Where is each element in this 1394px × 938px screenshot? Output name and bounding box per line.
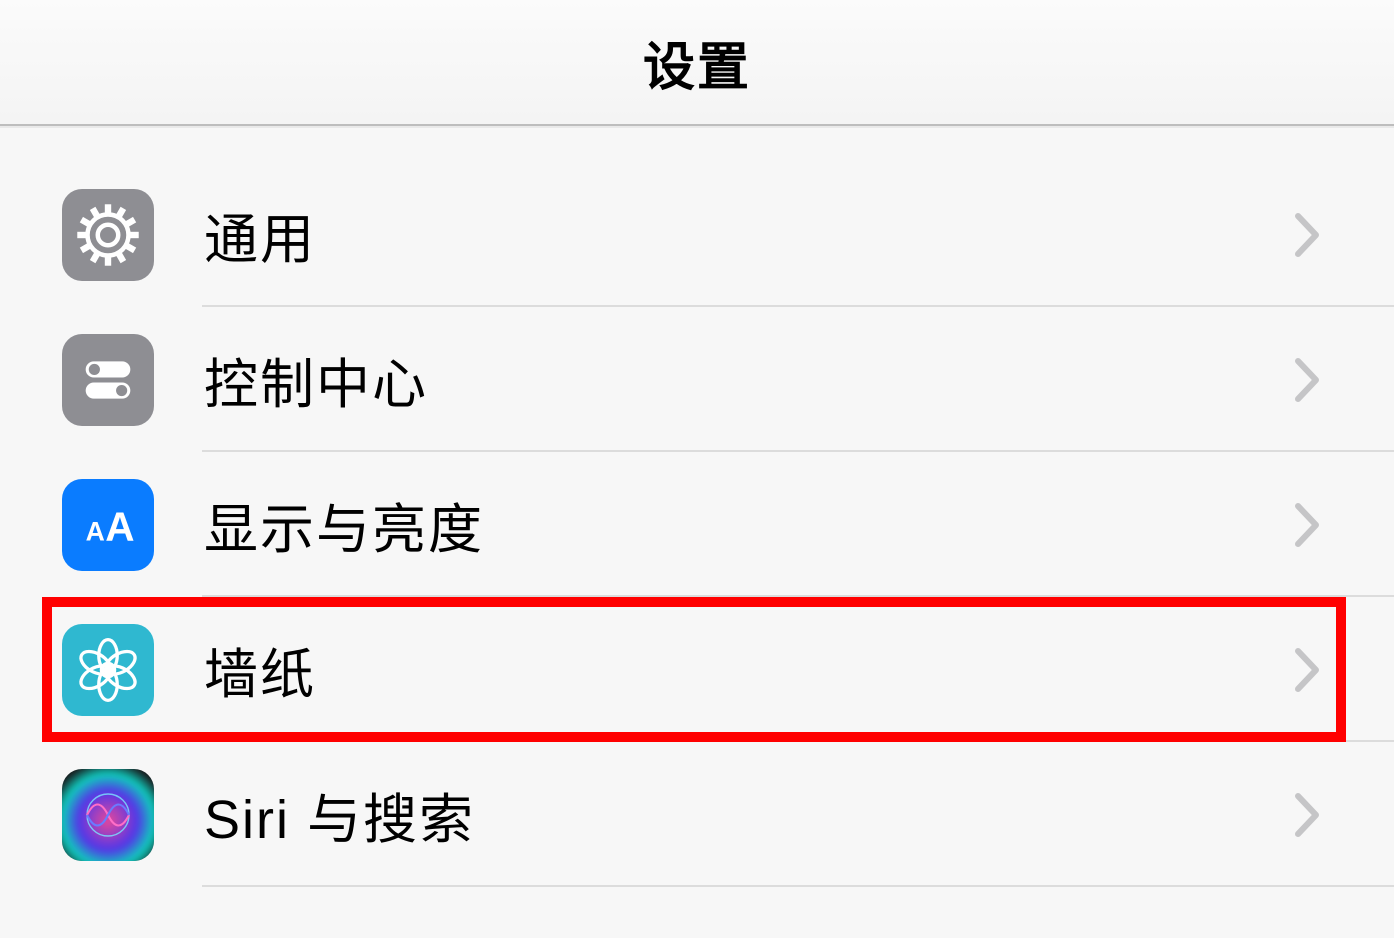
settings-list: 通用 控制中心 (0, 126, 1394, 887)
svg-text:A: A (86, 516, 105, 546)
settings-row-wallpaper[interactable]: 墙纸 (0, 597, 1394, 742)
settings-row-label: 显示与亮度 (204, 485, 484, 564)
chevron-right-icon (1294, 502, 1322, 548)
row-divider (202, 885, 1394, 887)
settings-row-label: 墙纸 (204, 630, 316, 709)
chevron-right-icon (1294, 647, 1322, 693)
header: 设置 (0, 0, 1394, 126)
settings-row-display[interactable]: A A 显示与亮度 (0, 452, 1394, 597)
siri-icon (62, 769, 154, 861)
settings-row-label: 控制中心 (204, 340, 428, 419)
settings-row-label: 通用 (204, 195, 316, 274)
gear-icon (62, 189, 154, 281)
chevron-right-icon (1294, 357, 1322, 403)
settings-row-general[interactable]: 通用 (0, 162, 1394, 307)
settings-row-control-center[interactable]: 控制中心 (0, 307, 1394, 452)
flower-icon (62, 624, 154, 716)
settings-row-siri[interactable]: Siri 与搜索 (0, 742, 1394, 887)
chevron-right-icon (1294, 212, 1322, 258)
settings-row-label: Siri 与搜索 (204, 775, 475, 854)
toggles-icon (62, 334, 154, 426)
page-title: 设置 (643, 25, 751, 100)
svg-text:A: A (105, 503, 134, 549)
chevron-right-icon (1294, 792, 1322, 838)
text-size-icon: A A (62, 479, 154, 571)
